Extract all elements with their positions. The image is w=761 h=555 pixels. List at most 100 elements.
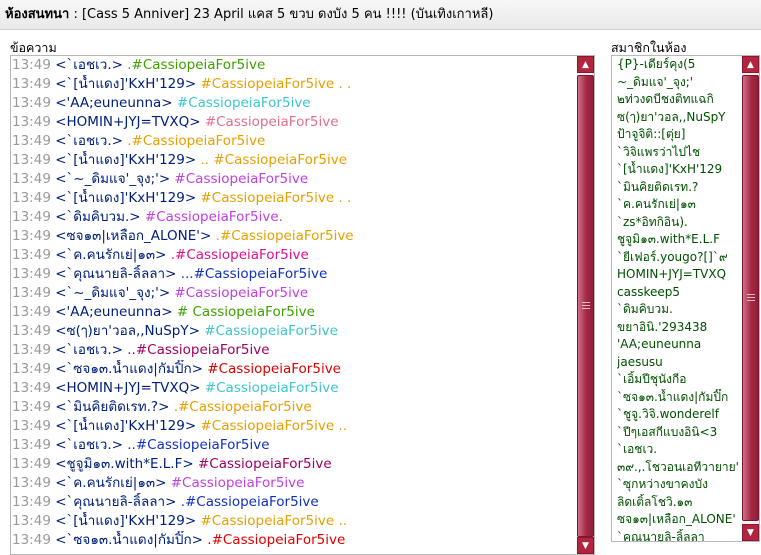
message-nick: <`~_ดิมแจ'_จุง;'> [55, 171, 171, 187]
member-item[interactable]: casskeep5 [617, 284, 742, 302]
member-item[interactable]: {P}-เดียร์คุง(5 [617, 56, 742, 74]
message-text: #CassiopeiaFor5ive [200, 380, 339, 396]
member-item[interactable]: `ดิมคิบวม. [617, 301, 742, 319]
member-scroll-down-button[interactable]: ▼ [742, 524, 759, 541]
member-list: {P}-เดียร์คุง(5 ~_ดิมแจ'_จุง;' ๒ท่วงดบีชงต… [612, 56, 742, 541]
message-nick: <`ซจ๑๓.น้ำแดง|กัมปิ๊ก> [55, 361, 203, 377]
message-row: 13:49 <`คุณนายลิ-ลิ้ลลา> .#CassiopeiaFor… [11, 493, 576, 512]
message-timestamp: 13:49 [12, 418, 51, 434]
member-item[interactable]: `วิจิแพรว่าไปไช [617, 144, 742, 162]
message-nick: <`[น้ำแดง]'KxH'129> [55, 76, 197, 92]
message-panel: 13:49 <`เอชเว.> .#CassiopeiaFor5ive 13:49… [10, 55, 595, 555]
message-row: 13:49 <`[น้ำแดง]'KxH'129> #CassiopeiaFor… [11, 417, 576, 436]
message-timestamp: 13:49 [12, 133, 51, 149]
member-item[interactable]: ๓๙.,.โชวอนเอทีวายาย' [617, 459, 742, 477]
member-item[interactable]: ๒ท่วงดบีชงติทแฉกิ [617, 91, 742, 109]
member-item[interactable]: `มินคิยติดเรท.? [617, 179, 742, 197]
member-scroll-thumb[interactable] [742, 75, 759, 521]
message-row: 13:49 <`ค.คนรักเย่|๑๓> #CassiopeiaFor5iv… [11, 474, 576, 493]
message-nick: <`[น้ำแดง]'KxH'129> [55, 513, 197, 529]
message-row: 13:49 <`เอชเว.> ..#CassiopeiaFor5ive [11, 341, 576, 360]
message-nick: <`ค.คนรักเย่|๑๓> [55, 247, 167, 263]
scroll-thumb[interactable] [577, 75, 594, 537]
message-text: #CassiopeiaFor5ive [199, 323, 338, 339]
message-row: 13:49 <`เอชเว.> ..#CassiopeiaFor5ive [11, 436, 576, 455]
message-timestamp: 13:49 [12, 456, 51, 472]
message-row: 13:49 <`มินคิยติดเรท.?> .#CassiopeiaFor5… [11, 398, 576, 417]
member-item[interactable]: `ค.คนรักเย่|๑๓ [617, 196, 742, 214]
message-row: 13:49 <ชูจูมิ๑๓.with*E.L.F> #CassiopeiaF… [11, 455, 576, 474]
member-item[interactable]: `ชูจู.วิจิ.wonderelf [617, 406, 742, 424]
message-timestamp: 13:49 [12, 399, 51, 415]
message-timestamp: 13:49 [12, 209, 51, 225]
member-item[interactable]: ซ(ๅ)ยา'วอล,,NuSpY [617, 109, 742, 127]
message-row: 13:49 <`~_ดิมแจ'_จุง;'> #CassiopeiaFor5i… [11, 170, 576, 189]
member-item[interactable]: `เอิ้มปีชุนังกีอ [617, 371, 742, 389]
member-item[interactable]: jaesusu [617, 354, 742, 372]
message-scrollbar[interactable]: ▲ ▼ [577, 56, 594, 554]
scroll-down-button[interactable]: ▼ [577, 537, 594, 554]
message-nick: <`มินคิยติดเรท.?> [55, 399, 170, 415]
member-item[interactable]: HOMIN+JYJ=TVXQ [617, 266, 742, 284]
message-text: #CassiopeiaFor5ive . . [196, 76, 352, 92]
scroll-up-button[interactable]: ▲ [577, 56, 594, 73]
message-timestamp: 13:49 [12, 285, 51, 301]
message-nick: <'AA;euneunna> [55, 95, 173, 111]
message-nick: <`คุณนายลิ-ลิ้ลลา> [55, 494, 177, 510]
member-item[interactable]: ชูจูมิ๑๓.with*E.L.F [617, 231, 742, 249]
message-text: # CassiopeiaFor5ive [172, 304, 315, 320]
message-nick: <`[น้ำแดง]'KxH'129> [55, 190, 197, 206]
member-item[interactable]: ขยาอินิ.'293438 [617, 319, 742, 337]
member-scroll-up-button[interactable]: ▲ [742, 56, 759, 73]
message-text: #CassiopeiaFor5ive. [140, 209, 283, 225]
message-nick: <`เอชเว.> [55, 133, 123, 149]
member-item[interactable]: `คุณนายลิ-ลิ้ลลา [617, 529, 742, 542]
message-text: #CassiopeiaFor5ive [202, 361, 341, 377]
message-timestamp: 13:49 [12, 380, 51, 396]
message-timestamp: 13:49 [12, 171, 51, 187]
member-item[interactable]: ป้าจูจิติ::[ตุ่ย] [617, 126, 742, 144]
message-text: ..#CassiopeiaFor5ive [122, 437, 270, 453]
message-nick: <`เอชเว.> [55, 437, 123, 453]
member-item[interactable]: ซจ๑๓|เหลือก_ALONE' [617, 511, 742, 529]
message-text: ...#CassiopeiaFor5ive [176, 266, 328, 282]
member-item[interactable]: `[น้ำแดง]'KxH'129 [617, 161, 742, 179]
member-item[interactable]: `เอชเว. [617, 441, 742, 459]
message-timestamp: 13:49 [12, 494, 51, 510]
member-item[interactable]: 'AA;euneunna [617, 336, 742, 354]
message-text: #CassiopeiaFor5ive . . [196, 190, 352, 206]
message-nick: <'AA;euneunna> [55, 304, 173, 320]
message-nick: <`[น้ำแดง]'KxH'129> [55, 418, 197, 434]
scroll-track[interactable] [577, 73, 594, 537]
message-row: 13:49 <'AA;euneunna> # CassiopeiaFor5ive [11, 303, 576, 322]
message-timestamp: 13:49 [12, 513, 51, 529]
message-row: 13:49 <`[น้ำแดง]'KxH'129> #CassiopeiaFor… [11, 75, 576, 94]
message-row: 13:49 <`ค.คนรักเย่|๑๓> .#CassiopeiaFor5i… [11, 246, 576, 265]
message-timestamp: 13:49 [12, 361, 51, 377]
message-timestamp: 13:49 [12, 57, 51, 73]
message-timestamp: 13:49 [12, 76, 51, 92]
message-row: 13:49 <ซจ๑๓|เหลือก_ALONE'> .#CassiopeiaF… [11, 227, 576, 246]
message-timestamp: 13:49 [12, 228, 51, 244]
member-item[interactable]: `ซจ๑๓.น้ำแดง|กัมปิ๊ก [617, 389, 742, 407]
member-item[interactable]: `ปีๆเอสกีแบงอินิ<3 [617, 424, 742, 442]
member-item[interactable]: `zs*อิทกิอิน). [617, 214, 742, 232]
message-nick: <`ค.คนรักเย่|๑๓> [55, 475, 167, 491]
member-item[interactable]: ลิดเติ้ลโชวิ.๑๓ [617, 494, 742, 512]
message-text: #CassiopeiaFor5ive [200, 114, 339, 130]
member-item[interactable]: `ยีเฟอร์.yougo?[]`๙ [617, 249, 742, 267]
message-text: #CassiopeiaFor5ive [193, 456, 332, 472]
message-text: .#CassiopeiaFor5ive [211, 228, 354, 244]
message-row: 13:49 <`[น้ำแดง]'KxH'129> #CassiopeiaFor… [11, 189, 576, 208]
message-timestamp: 13:49 [12, 247, 51, 263]
message-nick: <ซจ๑๓|เหลือก_ALONE'> [55, 228, 212, 244]
message-text: #CassiopeiaFor5ive .. [196, 418, 348, 434]
member-scroll-track[interactable] [742, 73, 759, 524]
member-item[interactable]: `ซุกหว่างขาคงบัง [617, 476, 742, 494]
message-row: 13:49 <'AA;euneunna> #CassiopeiaFor5ive [11, 94, 576, 113]
member-scrollbar[interactable]: ▲ ▼ [742, 56, 759, 541]
message-text: .#CassiopeiaFor5ive [166, 247, 309, 263]
member-item[interactable]: ~_ดิมแจ'_จุง;' [617, 74, 742, 92]
message-row: 13:49 <`คุณนายลิ-ลิ้ลลา> ...#CassiopeiaF… [11, 265, 576, 284]
message-text: .#CassiopeiaFor5ive [122, 57, 266, 73]
